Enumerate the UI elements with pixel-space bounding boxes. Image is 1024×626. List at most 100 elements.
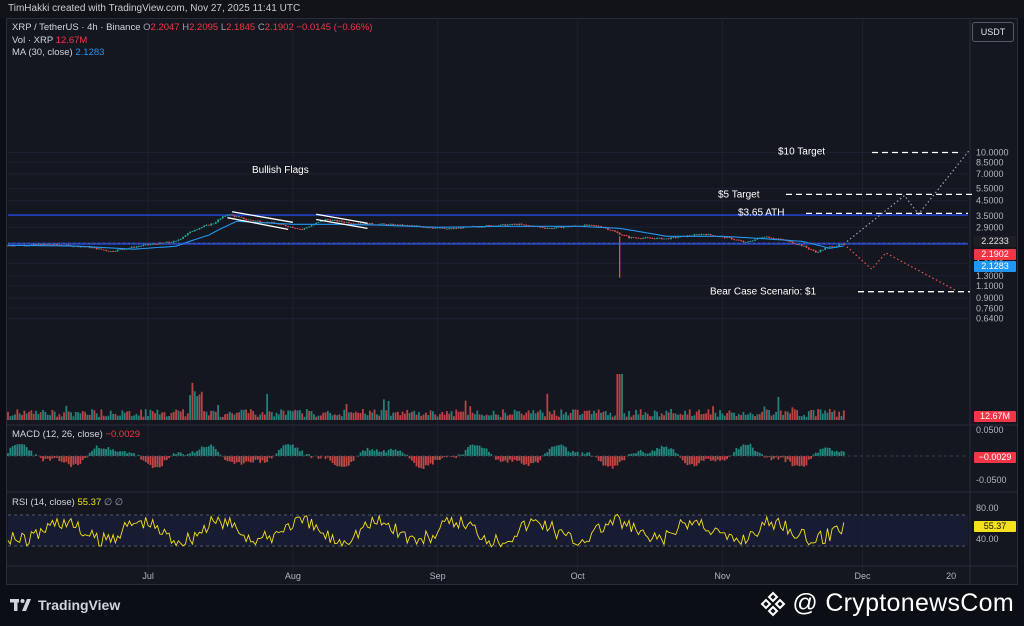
volume-bar <box>378 415 381 420</box>
candle-body <box>238 216 241 218</box>
candle-body <box>821 249 824 251</box>
x-tick-label: Dec <box>854 571 871 581</box>
candle-body <box>693 234 696 236</box>
candle-body <box>56 244 58 245</box>
volume-bar <box>343 409 346 420</box>
candle-body <box>44 244 47 245</box>
candle-body <box>46 244 49 246</box>
ma-value: 2.1283 <box>75 47 105 58</box>
volume-bar <box>56 416 58 420</box>
volume-bar <box>714 412 717 420</box>
candle-body <box>98 248 100 250</box>
candle-body <box>707 234 710 236</box>
volume-bar <box>385 410 388 420</box>
annotation-label: Bear Case Scenario: $1 <box>710 287 817 298</box>
candle-body <box>91 247 93 249</box>
volume-bar <box>46 414 49 420</box>
macd-label[interactable]: MACD (12, 26, close) <box>12 429 103 440</box>
macd-bar <box>156 456 159 468</box>
candle-body <box>560 226 563 228</box>
volume-bar <box>172 411 175 420</box>
candle-body <box>259 220 262 223</box>
rsi-label[interactable]: RSI (14, close) <box>12 497 75 508</box>
macd-bar <box>511 456 514 462</box>
candle-body <box>749 241 752 242</box>
macd-bar <box>252 456 255 463</box>
y-tick-label: 1.3000 <box>976 271 1004 281</box>
volume-bar <box>649 416 651 420</box>
volume-bar <box>392 412 395 420</box>
candle-body <box>616 231 619 233</box>
candle-body <box>170 242 173 244</box>
candle-body <box>177 239 180 241</box>
volume-bar <box>310 411 313 420</box>
volume-bar <box>79 413 82 420</box>
volume-bar <box>434 414 437 420</box>
volume-bar <box>723 415 726 420</box>
volume-bar <box>658 416 661 420</box>
macd-bar <box>840 450 843 456</box>
volume-bar <box>140 409 142 420</box>
candle-body <box>156 243 159 245</box>
volume-bar <box>291 411 294 420</box>
volume-label[interactable]: Vol · XRP <box>12 35 53 46</box>
candle-body <box>380 223 383 225</box>
candle-body <box>516 223 518 225</box>
volume-legend: Vol · XRP 12.67M <box>12 35 87 46</box>
candle-body <box>212 223 215 225</box>
volume-bar <box>184 416 187 420</box>
macd-bar <box>212 446 215 456</box>
candle-body <box>340 220 343 222</box>
volume-bar <box>572 409 574 420</box>
volume-bar <box>109 410 112 420</box>
price-box-close: 2.1902 <box>974 249 1016 260</box>
y-tick-label: 5.5000 <box>976 184 1004 194</box>
volume-bar <box>401 411 404 420</box>
ma-label[interactable]: MA (30, close) <box>12 47 73 58</box>
volume-bar <box>726 413 728 420</box>
volume-bar <box>200 391 203 420</box>
volume-bar <box>712 406 714 420</box>
low-value: 2.1845 <box>226 22 256 33</box>
macd-bar <box>721 456 724 460</box>
macd-bar <box>518 456 521 461</box>
volume-bar <box>347 412 350 420</box>
grid-lines <box>8 20 968 582</box>
y-tick-label: 1.1000 <box>976 281 1004 291</box>
macd-bar <box>537 456 539 463</box>
volume-bar <box>567 415 570 420</box>
price-chart[interactable]: 10.00008.5000 7.0000 5.5000 4.5000 3.50002.9… <box>0 0 1024 626</box>
macd-bar <box>254 456 257 460</box>
symbol-label[interactable]: XRP / TetherUS · 4h · Binance <box>12 22 141 33</box>
volume-bar <box>333 414 336 420</box>
volume-bar <box>354 411 357 420</box>
candle-body <box>653 238 656 240</box>
volume-bar <box>607 415 609 420</box>
volume-value: 12.67M <box>55 35 88 46</box>
volume-bar <box>357 412 360 420</box>
volume-bar <box>558 416 560 420</box>
candle-body <box>186 233 189 236</box>
volume-bar <box>53 411 56 420</box>
volume-bar <box>432 411 434 420</box>
candle-body <box>114 251 117 252</box>
macd-bar <box>18 444 21 456</box>
currency-button[interactable]: USDT <box>972 22 1014 42</box>
macd-bar <box>28 450 30 456</box>
y-tick-label: 3.5000 <box>976 211 1004 221</box>
macd-bar <box>576 451 579 456</box>
volume-bar <box>77 412 79 420</box>
macd-bar <box>754 450 756 456</box>
volume-bar <box>403 413 406 420</box>
macd-bar <box>100 448 103 456</box>
volume-bar <box>588 410 591 420</box>
volume-bar <box>252 410 255 420</box>
volume-bar <box>408 413 411 420</box>
macd-bar <box>565 447 567 456</box>
candle-body <box>730 237 733 240</box>
macd-bar <box>700 456 703 461</box>
rsi-value: 55.37 <box>77 497 102 508</box>
resistance-band <box>8 214 968 216</box>
volume-bar <box>443 414 446 420</box>
candle-body <box>702 234 705 235</box>
